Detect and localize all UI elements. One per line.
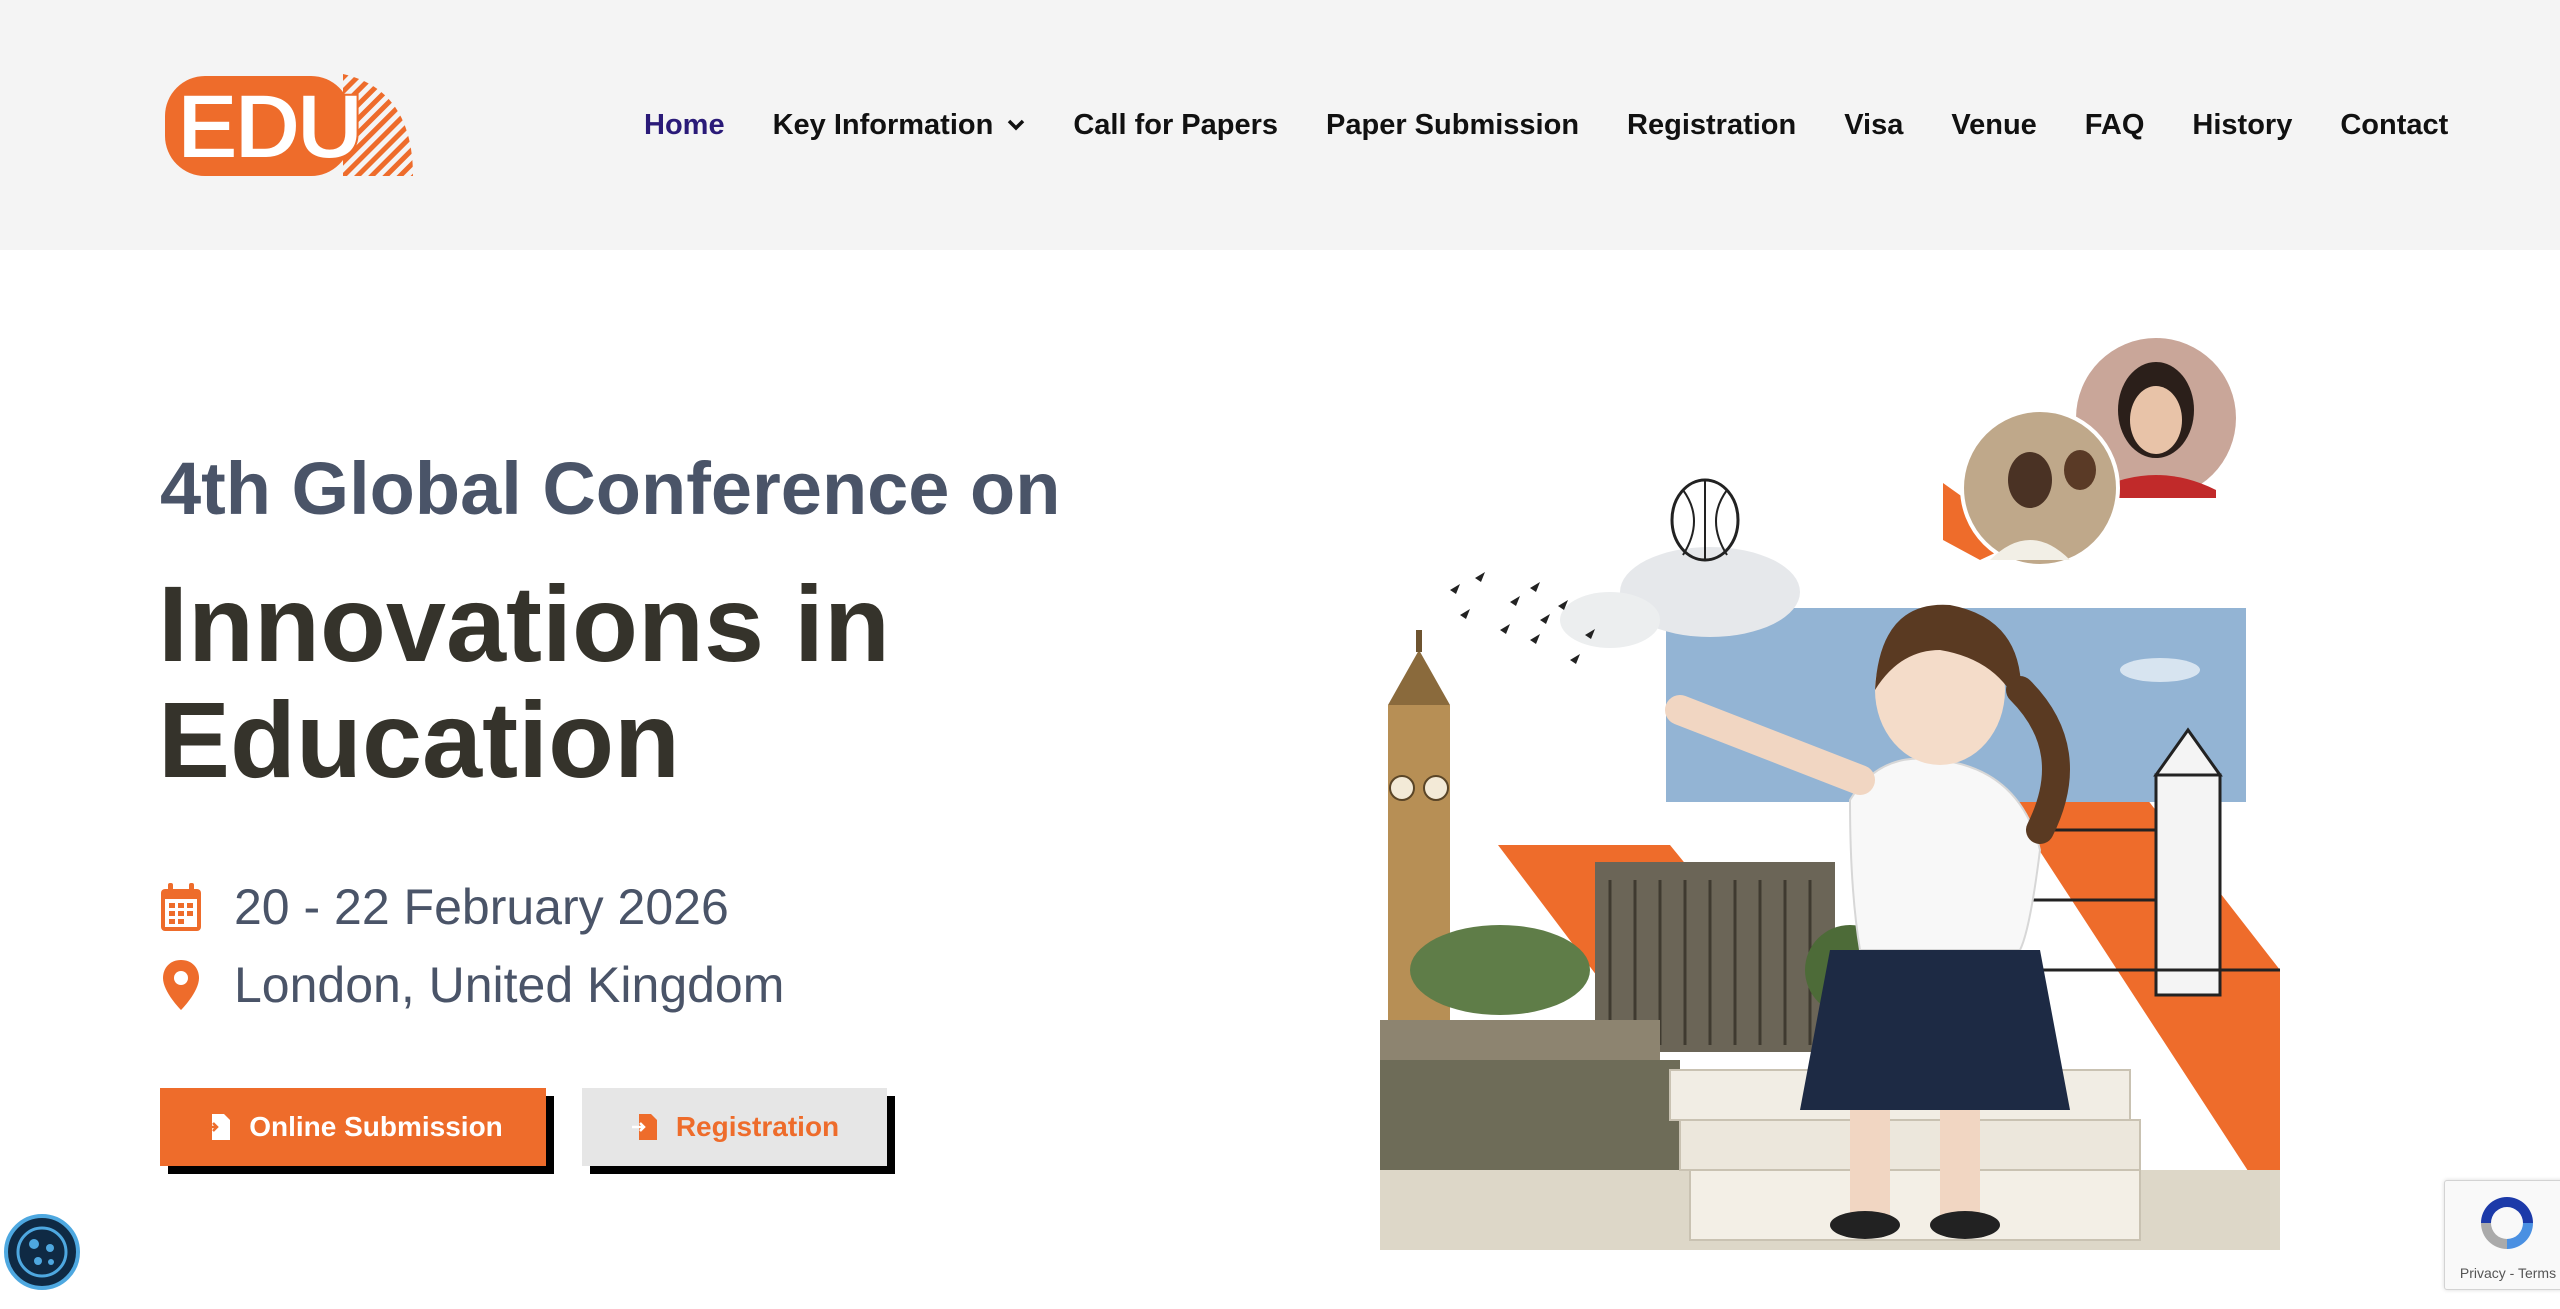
event-date: 20 - 22 February 2026 (234, 879, 729, 935)
online-submission-button[interactable]: Online Submission (160, 1088, 546, 1166)
chevron-down-icon (1008, 119, 1025, 131)
conference-title: Innovations in Education (158, 563, 891, 800)
cookie-icon (16, 1226, 68, 1278)
recaptcha-badge[interactable]: Privacy - Terms (2444, 1180, 2560, 1290)
main-nav: Home Key Information Call for Papers Pap… (644, 104, 2448, 146)
document-icon (205, 1114, 231, 1140)
hero-illustration (1380, 338, 2280, 1250)
registration-button[interactable]: Registration (582, 1088, 887, 1166)
recaptcha-icon (2481, 1197, 2533, 1249)
nav-visa-label: Visa (1844, 108, 1904, 141)
nav-venue-label: Venue (1951, 108, 2037, 141)
nav-history[interactable]: History (2192, 109, 2292, 142)
nav-paper-submission-label: Paper Submission (1326, 108, 1580, 141)
nav-registration[interactable]: Registration (1627, 109, 1796, 142)
nav-paper-submission[interactable]: Paper Submission (1326, 109, 1579, 142)
location-row: London, United Kingdom (158, 956, 784, 1014)
nav-home[interactable]: Home (644, 109, 725, 142)
nav-contact-label: Contact (2340, 108, 2449, 141)
online-submission-label: Online Submission (249, 1111, 503, 1142)
calendar-icon (158, 880, 204, 934)
site-header: EDU Home Key Information Call for Papers… (0, 0, 2560, 250)
nav-faq[interactable]: FAQ (2085, 109, 2145, 142)
location-pin-icon (158, 958, 204, 1012)
nav-contact[interactable]: Contact (2340, 109, 2448, 142)
nav-faq-label: FAQ (2084, 108, 2145, 141)
nav-key-information[interactable]: Key Information (773, 109, 1026, 142)
nav-call-for-papers-label: Call for Papers (1073, 108, 1279, 141)
svg-text:EDU: EDU (177, 76, 359, 178)
document-icon (631, 1114, 657, 1140)
nav-home-label: Home (644, 108, 725, 141)
nav-registration-label: Registration (1627, 108, 1797, 141)
nav-visa[interactable]: Visa (1844, 109, 1903, 142)
nav-history-label: History (2192, 108, 2293, 141)
registration-label: Registration (675, 1111, 840, 1142)
nav-venue[interactable]: Venue (1951, 109, 2036, 142)
nav-call-for-papers[interactable]: Call for Papers (1073, 109, 1278, 142)
edu-logo[interactable]: EDU (163, 70, 415, 180)
conference-subtitle: 4th Global Conference on (160, 447, 1061, 530)
date-row: 20 - 22 February 2026 (158, 878, 729, 936)
nav-key-information-label: Key Information (772, 108, 994, 141)
event-location: London, United Kingdom (234, 957, 785, 1013)
cookie-settings-button[interactable] (4, 1214, 80, 1290)
recaptcha-links[interactable]: Privacy - Terms (2445, 1265, 2560, 1281)
